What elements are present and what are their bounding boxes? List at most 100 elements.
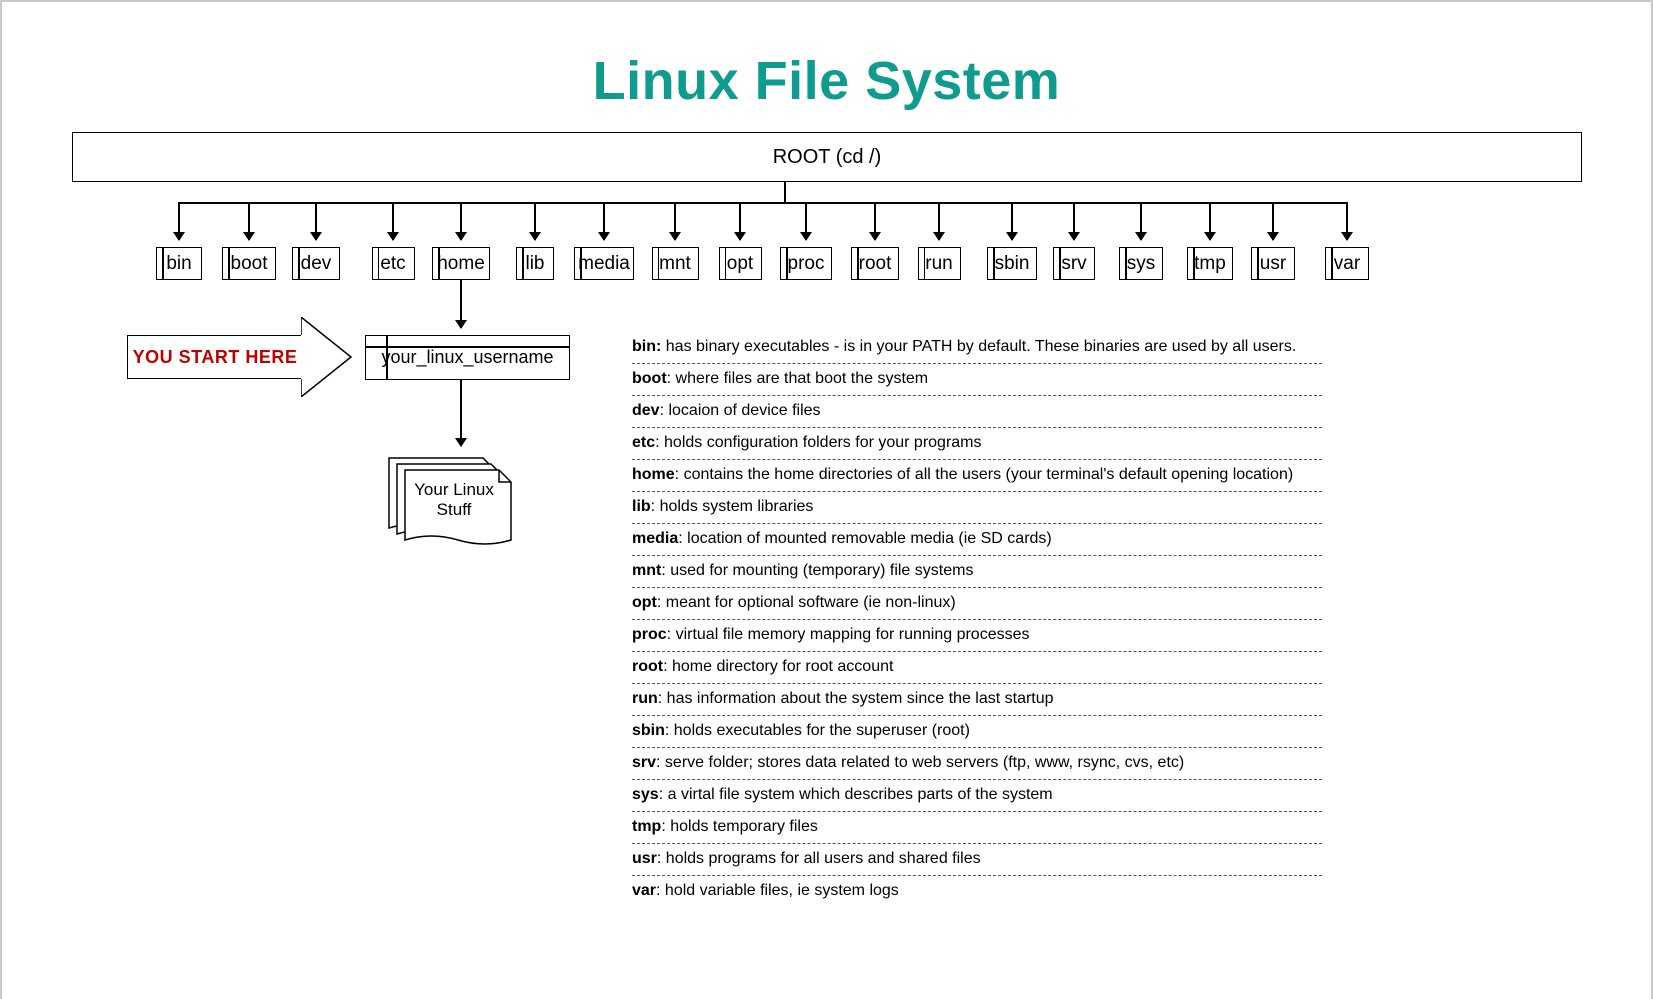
- dir-label: run: [925, 253, 952, 275]
- arrow-to-bin: [178, 202, 180, 240]
- username-node: your_linux_username: [365, 335, 570, 380]
- desc-text: : holds programs for all users and share…: [657, 850, 981, 867]
- desc-text: : a virtal file system which describes p…: [659, 786, 1053, 803]
- dir-label: home: [437, 253, 485, 275]
- desc-term: mnt: [632, 562, 661, 579]
- desc-row-lib: lib: holds system libraries: [632, 492, 1322, 524]
- dir-root: root: [851, 247, 899, 280]
- arrow-to-proc: [805, 202, 807, 240]
- desc-row-usr: usr: holds programs for all users and sh…: [632, 844, 1322, 876]
- stuff-label: Your Linux Stuff: [409, 480, 499, 521]
- arrow-to-boot: [248, 202, 250, 240]
- arrow-to-sys: [1140, 202, 1142, 240]
- diagram-canvas: Linux File System ROOT (cd /) bin boot dev…: [0, 0, 1653, 999]
- dir-run: run: [918, 247, 961, 280]
- desc-text: : locaion of device files: [660, 402, 821, 419]
- start-here-arrow: YOU START HERE: [127, 317, 352, 397]
- desc-text: : holds system libraries: [651, 498, 814, 515]
- dir-label: lib: [525, 253, 544, 275]
- arrow-to-mnt: [674, 202, 676, 240]
- username-label: your_linux_username: [381, 347, 553, 368]
- dir-boot: boot: [222, 247, 276, 280]
- dir-lib: lib: [516, 247, 554, 280]
- dir-label: var: [1334, 253, 1360, 275]
- root-node: ROOT (cd /): [72, 132, 1582, 182]
- dir-dev: dev: [292, 247, 340, 280]
- desc-text: : holds configuration folders for your p…: [655, 434, 981, 451]
- arrow-to-sbin: [1011, 202, 1013, 240]
- dir-label: tmp: [1194, 253, 1226, 275]
- page-title: Linux File System: [2, 50, 1651, 112]
- desc-row-etc: etc: holds configuration folders for you…: [632, 428, 1322, 460]
- desc-term: dev: [632, 402, 660, 419]
- desc-row-dev: dev: locaion of device files: [632, 396, 1322, 428]
- dir-label: boot: [231, 253, 268, 275]
- desc-text: : where files are that boot the system: [667, 370, 928, 387]
- desc-row-srv: srv: serve folder; stores data related t…: [632, 748, 1322, 780]
- dir-label: srv: [1061, 253, 1086, 275]
- dir-label: dev: [301, 253, 332, 275]
- directory-row: bin boot dev etc home lib media mnt opt proc root r…: [2, 247, 1651, 297]
- stuff-node: Your Linux Stuff: [387, 452, 502, 542]
- desc-term: boot: [632, 370, 667, 387]
- dir-tmp: tmp: [1187, 247, 1233, 280]
- desc-row-sbin: sbin: holds executables for the superuse…: [632, 716, 1322, 748]
- dir-etc: etc: [372, 247, 415, 280]
- dir-srv: srv: [1053, 247, 1095, 280]
- start-here-label: YOU START HERE: [133, 347, 298, 368]
- desc-row-mnt: mnt: used for mounting (temporary) file …: [632, 556, 1322, 588]
- desc-text: : holds executables for the superuser (r…: [665, 722, 970, 739]
- desc-term: root: [632, 658, 663, 675]
- arrow-user-to-stuff: [460, 380, 462, 446]
- desc-term: sys: [632, 786, 659, 803]
- desc-term: run: [632, 690, 658, 707]
- dir-label: sbin: [995, 253, 1030, 275]
- dir-sys: sys: [1119, 247, 1163, 280]
- arrow-to-media: [603, 202, 605, 240]
- desc-text: : meant for optional software (ie non-li…: [657, 594, 956, 611]
- dir-media: media: [574, 247, 634, 280]
- desc-text: : location of mounted removable media (i…: [678, 530, 1052, 547]
- dir-bin: bin: [156, 247, 202, 280]
- dir-label: opt: [727, 253, 753, 275]
- description-list: bin: has binary executables - is in your…: [632, 332, 1322, 907]
- dir-label: usr: [1260, 253, 1286, 275]
- root-stem-line: [784, 182, 786, 202]
- desc-row-var: var: hold variable files, ie system logs: [632, 876, 1322, 907]
- desc-row-run: run: has information about the system si…: [632, 684, 1322, 716]
- desc-row-opt: opt: meant for optional software (ie non…: [632, 588, 1322, 620]
- desc-term: home: [632, 466, 675, 483]
- desc-term: lib: [632, 498, 651, 515]
- dir-usr: usr: [1251, 247, 1295, 280]
- arrow-to-dev: [315, 202, 317, 240]
- desc-term: usr: [632, 850, 657, 867]
- root-label: ROOT (cd /): [773, 146, 882, 169]
- dir-mnt: mnt: [652, 247, 699, 280]
- arrow-to-home: [460, 202, 462, 240]
- desc-text: : used for mounting (temporary) file sys…: [661, 562, 973, 579]
- dir-label: mnt: [659, 253, 691, 275]
- arrow-to-opt: [739, 202, 741, 240]
- desc-row-proc: proc: virtual file memory mapping for ru…: [632, 620, 1322, 652]
- desc-row-boot: boot: where files are that boot the syst…: [632, 364, 1322, 396]
- desc-text: : has information about the system since…: [658, 690, 1054, 707]
- desc-term: etc: [632, 434, 655, 451]
- dir-proc: proc: [780, 247, 832, 280]
- arrow-to-usr: [1272, 202, 1274, 240]
- dir-sbin: sbin: [987, 247, 1037, 280]
- dir-label: sys: [1127, 253, 1156, 275]
- desc-text: has binary executables - is in your PATH…: [661, 338, 1296, 355]
- arrow-to-var: [1346, 202, 1348, 240]
- desc-row-sys: sys: a virtal file system which describe…: [632, 780, 1322, 812]
- dir-label: root: [859, 253, 892, 275]
- arrow-to-srv: [1073, 202, 1075, 240]
- desc-term: opt: [632, 594, 657, 611]
- desc-term: srv: [632, 754, 656, 771]
- desc-term: bin:: [632, 338, 661, 355]
- dir-var: var: [1325, 247, 1369, 280]
- desc-row-bin: bin: has binary executables - is in your…: [632, 332, 1322, 364]
- dir-label: etc: [380, 253, 405, 275]
- arrow-to-lib: [534, 202, 536, 240]
- desc-term: proc: [632, 626, 667, 643]
- desc-row-tmp: tmp: holds temporary files: [632, 812, 1322, 844]
